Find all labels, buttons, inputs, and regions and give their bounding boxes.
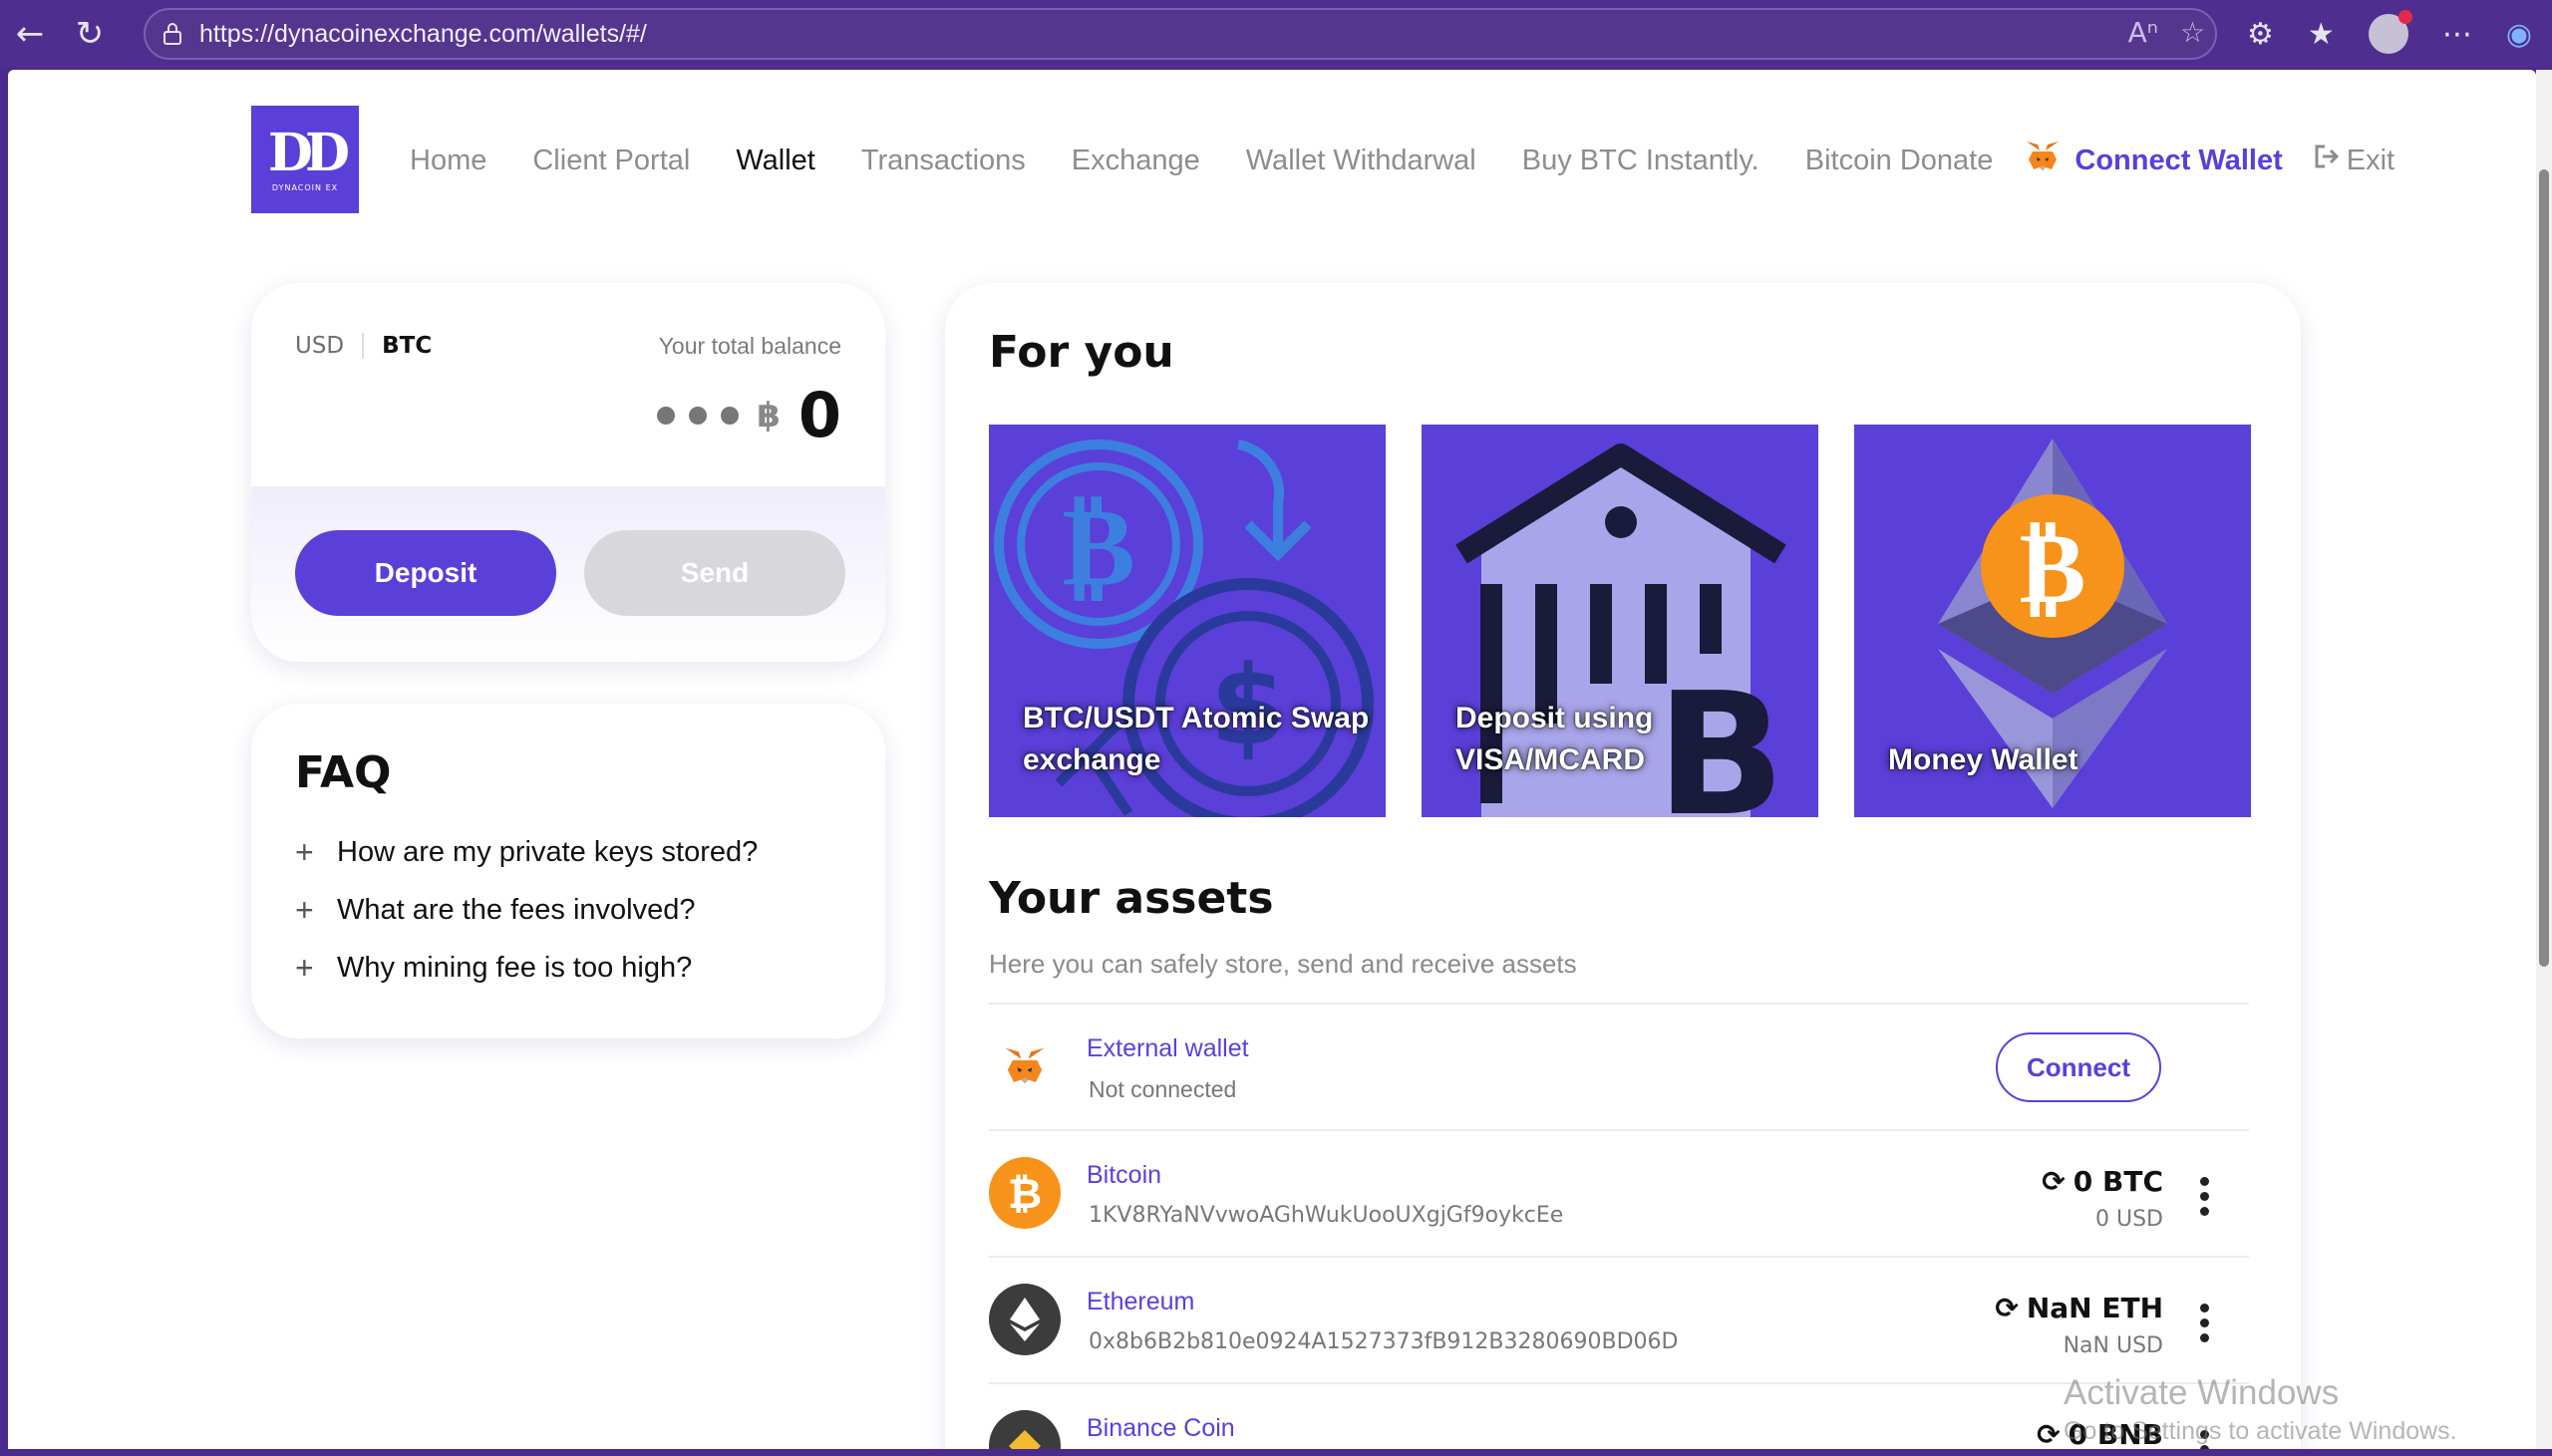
refresh-icon[interactable]: ⟳ — [2037, 1418, 2060, 1449]
nav-bitcoin-donate[interactable]: Bitcoin Donate — [1805, 145, 1994, 177]
currency-toggle: USD BTC — [295, 333, 450, 359]
tile-label: Money Wallet — [1888, 743, 2078, 776]
asset-name[interactable]: Ethereum — [1087, 1288, 1194, 1316]
asset-name[interactable]: Binance Coin — [1087, 1414, 1235, 1443]
address-bar[interactable]: https://dynacoinexchange.com/wallets/#/ … — [144, 8, 2217, 60]
faq-list: + How are my private keys stored? + What… — [295, 823, 758, 997]
back-icon[interactable]: ← — [0, 0, 60, 68]
lock-icon — [146, 22, 199, 46]
site-logo[interactable]: DD DYNACOIN EX — [251, 106, 359, 213]
asset-balance: ⟳ NaN ETH — [1995, 1292, 2163, 1324]
more-vertical-icon[interactable] — [2200, 1177, 2209, 1216]
hide-balance-dots-icon[interactable] — [657, 406, 740, 425]
faq-title: FAQ — [295, 747, 392, 798]
asset-list: External wallet Not connected Connect ₿ … — [989, 1003, 2249, 1449]
sign-out-icon — [2313, 144, 2341, 177]
binance-coin-icon — [989, 1410, 1061, 1449]
favorite-star-icon[interactable]: ☆ — [2180, 16, 2205, 49]
for-you-title: For you — [989, 327, 1174, 378]
faq-item[interactable]: + What are the fees involved? — [295, 881, 758, 939]
faq-card: FAQ + How are my private keys stored? + … — [251, 704, 885, 1038]
tile-label: BTC/USDT Atomic Swap exchange — [1023, 702, 1370, 776]
btc-symbol: ฿ — [757, 395, 781, 436]
metamask-fox-icon — [2025, 140, 2061, 181]
faq-item[interactable]: + Why mining fee is too high? — [295, 939, 758, 997]
svg-text:B: B — [1656, 657, 1785, 817]
tile-deposit-card[interactable]: B Deposit using VISA/MCARD — [1422, 425, 1818, 817]
nav-connect-wallet[interactable]: Connect Wallet — [2025, 140, 2283, 181]
faq-question: How are my private keys stored? — [337, 835, 759, 868]
nav-buy-btc[interactable]: Buy BTC Instantly. — [1522, 145, 1759, 177]
read-aloud-icon[interactable]: Aⁿ — [2128, 16, 2158, 49]
connect-wallet-label: Connect Wallet — [2074, 144, 2283, 176]
list-item: ₿ Bitcoin 1KV8RYaNVvwoAGhWukUooUXgjGf9oy… — [989, 1129, 2249, 1256]
nav-transactions[interactable]: Transactions — [861, 145, 1026, 177]
nav-client-portal[interactable]: Client Portal — [532, 145, 690, 177]
tile-money-wallet[interactable]: ₿ Money Wallet — [1854, 425, 2251, 817]
browser-toolbar: ← ↻ https://dynacoinexchange.com/wallets… — [0, 0, 2552, 68]
profile-avatar-icon[interactable] — [2368, 10, 2412, 54]
asset-name[interactable]: Bitcoin — [1087, 1161, 1161, 1190]
extensions-icon[interactable]: ⚙ — [2247, 17, 2274, 52]
refresh-icon[interactable]: ⟳ — [2042, 1165, 2065, 1198]
tile-atomic-swap[interactable]: ₿ $ BTC/USDT Atomic Swap exchange — [989, 425, 1386, 817]
list-item: Ethereum 0x8b6B2b810e0924A1527373fB912B3… — [989, 1256, 2249, 1382]
assets-title: Your assets — [989, 873, 1274, 924]
currency-usd[interactable]: USD — [295, 333, 362, 359]
deposit-button[interactable]: Deposit — [295, 530, 556, 616]
total-balance-label: Your total balance — [658, 333, 841, 359]
svg-text:₿: ₿ — [2020, 509, 2086, 626]
page-scrollbar[interactable] — [2536, 70, 2552, 1449]
faq-question: Why mining fee is too high? — [337, 951, 693, 984]
svg-text:₿: ₿ — [1062, 482, 1134, 610]
copilot-icon[interactable]: ◉ — [2506, 17, 2532, 52]
faq-question: What are the fees involved? — [337, 893, 696, 926]
nav-wallet[interactable]: Wallet — [736, 145, 815, 177]
asset-balance: ⟳ 0 BTC — [2042, 1165, 2163, 1198]
favorites-icon[interactable]: ★ — [2308, 17, 2335, 52]
nav-wallet-withdrawal[interactable]: Wallet Withdarwal — [1246, 145, 1476, 177]
page-viewport: DD DYNACOIN EX Home Client Portal Wallet… — [8, 70, 2536, 1449]
windows-activation-watermark: Activate Windows Go to Settings to activ… — [2064, 1373, 2457, 1445]
balance-card: USD BTC Your total balance ฿ 0 Deposit S… — [251, 283, 885, 662]
nav-exit[interactable]: Exit — [2313, 144, 2394, 177]
total-balance-value: ฿ 0 — [657, 379, 841, 451]
top-navigation: Home Client Portal Wallet Transactions E… — [410, 140, 2394, 181]
main-card: For you ₿ $ BTC/USDT Atomic Swap exchang… — [945, 283, 2301, 1449]
nav-home[interactable]: Home — [410, 145, 486, 177]
asset-name[interactable]: External wallet — [1087, 1034, 1249, 1063]
metamask-fox-icon — [989, 1030, 1061, 1102]
send-button[interactable]: Send — [584, 530, 845, 616]
asset-usd-value: 0 USD — [2095, 1207, 2163, 1232]
balance-amount: 0 — [798, 379, 841, 451]
asset-usd-value: NaN USD — [2063, 1333, 2163, 1358]
logo-subtitle: DYNACOIN EX — [271, 182, 339, 192]
assets-subtitle: Here you can safely store, send and rece… — [989, 949, 1577, 979]
refresh-icon[interactable]: ⟳ — [1995, 1292, 2018, 1324]
ethereum-icon — [989, 1284, 1061, 1355]
logo-mark: DD — [267, 122, 350, 183]
asset-address: 1KV8RYaNVvwoAGhWukUooUXgjGf9oykcEe — [1089, 1203, 1564, 1228]
tile-label: Deposit using VISA/MCARD — [1455, 702, 1654, 776]
asset-address: 0x8b6B2b810e0924A1527373fB912B3280690BD0… — [1089, 1329, 1679, 1354]
plus-icon: + — [295, 891, 314, 928]
more-vertical-icon[interactable] — [2200, 1304, 2209, 1342]
reload-icon[interactable]: ↻ — [60, 0, 120, 68]
list-item: External wallet Not connected Connect — [989, 1003, 2249, 1129]
url-text: https://dynacoinexchange.com/wallets/#/ — [199, 19, 647, 48]
list-item: Binance Coin ⟳ 0 BNB — [989, 1382, 2249, 1449]
asset-status: Not connected — [1089, 1076, 1237, 1102]
plus-icon: + — [295, 949, 314, 986]
bitcoin-icon: ₿ — [989, 1157, 1061, 1229]
currency-btc[interactable]: BTC — [362, 333, 450, 359]
connect-button[interactable]: Connect — [1996, 1032, 2161, 1102]
exit-label: Exit — [2346, 144, 2395, 176]
nav-exchange[interactable]: Exchange — [1072, 145, 1200, 177]
faq-item[interactable]: + How are my private keys stored? — [295, 823, 758, 881]
plus-icon: + — [295, 833, 314, 870]
scrollbar-thumb[interactable] — [2539, 169, 2549, 967]
more-options-icon[interactable]: ⋯ — [2442, 17, 2472, 52]
